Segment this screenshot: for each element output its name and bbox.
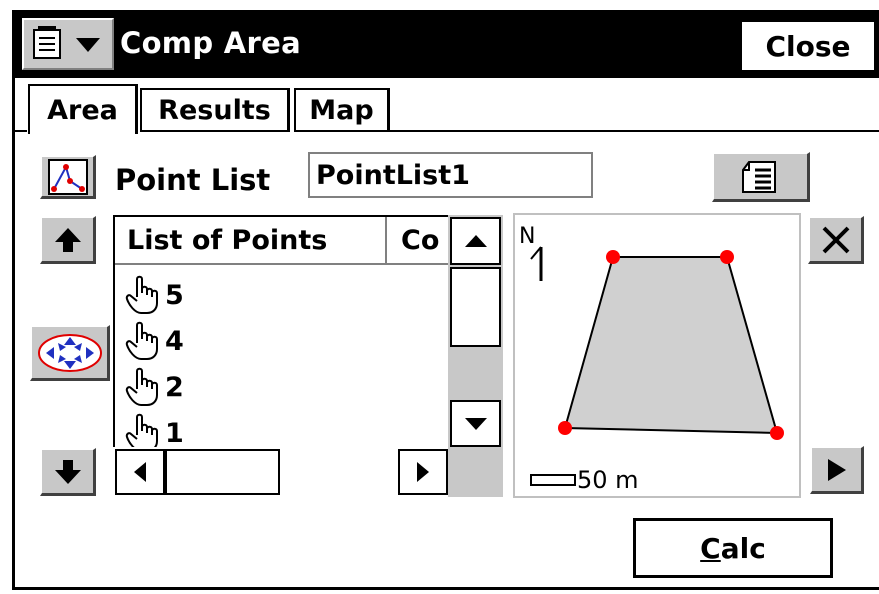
point-label: 2 (165, 371, 184, 403)
hand-pointer-icon (125, 367, 158, 406)
scale-bar (530, 474, 576, 486)
caret-up-icon (464, 235, 487, 247)
app-menu-button[interactable] (22, 18, 114, 70)
point-label: 5 (165, 279, 184, 311)
area-map-canvas: N 50 m (519, 224, 784, 494)
scroll-right-button[interactable] (398, 449, 448, 495)
column-header-list-of-points[interactable]: List of Points (115, 217, 387, 265)
column-header-code[interactable]: Co (387, 217, 457, 265)
notes-icon (741, 160, 776, 193)
tab-area[interactable]: Area (28, 84, 138, 134)
close-icon (822, 226, 849, 253)
list-item[interactable]: 5 (123, 275, 184, 315)
calc-button[interactable]: Calc (633, 518, 833, 578)
point-label: 4 (165, 325, 184, 357)
caret-left-icon (134, 462, 146, 482)
scroll-up-button[interactable] (450, 217, 501, 265)
arrow-up-icon (54, 227, 81, 252)
map-point[interactable] (770, 426, 784, 440)
map-point[interactable] (720, 250, 734, 264)
north-label: N (519, 224, 535, 249)
next-button[interactable] (810, 446, 864, 494)
scrollbar-corner (448, 447, 503, 497)
caret-right-icon (417, 462, 429, 482)
point-list-field[interactable] (308, 152, 593, 198)
polyline-icon (47, 158, 88, 195)
tab-divider (15, 130, 27, 132)
area-polygon (563, 256, 779, 435)
window-title: Comp Area (120, 26, 301, 60)
scale-label: 50 m (577, 466, 639, 494)
tab-divider (390, 130, 879, 132)
select-points-button[interactable] (30, 325, 110, 381)
close-button[interactable]: Close (740, 20, 876, 72)
arrow-right-icon (827, 458, 846, 481)
calc-hotkey: C (700, 531, 721, 565)
list-item[interactable]: 4 (123, 321, 184, 361)
notes-button[interactable] (712, 152, 810, 202)
move-up-button[interactable] (40, 216, 96, 264)
delete-point-button[interactable] (808, 216, 864, 264)
calc-label: alc (720, 531, 766, 565)
map-point[interactable] (606, 250, 620, 264)
select-points-icon (37, 333, 102, 372)
list-item[interactable]: 2 (123, 367, 184, 407)
point-list-button[interactable] (40, 155, 96, 199)
arrow-down-icon (54, 459, 81, 484)
caret-down-icon (464, 417, 487, 430)
area-map-preview[interactable]: N 50 m (513, 213, 801, 498)
hand-pointer-icon (125, 321, 158, 360)
tab-map[interactable]: Map (294, 88, 390, 132)
vertical-scroll-thumb[interactable] (450, 267, 501, 347)
hand-pointer-icon (125, 275, 158, 314)
map-point[interactable] (558, 421, 572, 435)
scroll-left-button[interactable] (115, 449, 165, 495)
app-menu-icon (33, 26, 100, 59)
point-label: 1 (165, 417, 184, 449)
scroll-down-button[interactable] (450, 400, 501, 447)
horizontal-scroll-thumb[interactable] (165, 449, 280, 495)
move-down-button[interactable] (40, 448, 96, 496)
tab-results[interactable]: Results (140, 88, 290, 132)
point-list-label: Point List (115, 163, 271, 197)
